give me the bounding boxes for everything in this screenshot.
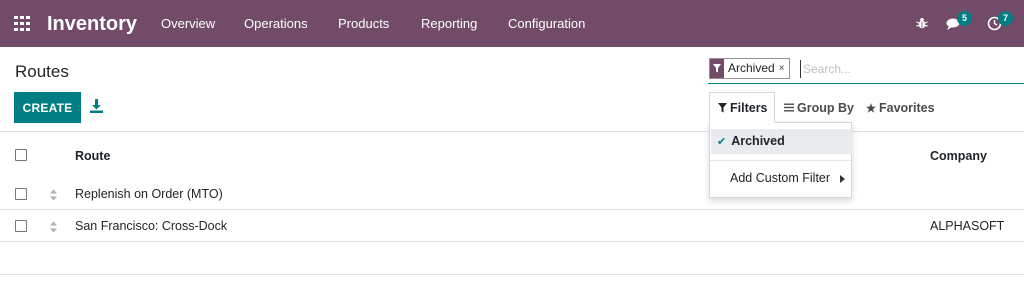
column-header-company[interactable]: Company <box>930 149 987 163</box>
column-header-route[interactable]: Route <box>75 149 110 163</box>
messages-count-badge: 5 <box>957 11 972 26</box>
filters-toggle[interactable]: Filters <box>709 92 775 123</box>
groupby-toggle[interactable]: Group By <box>784 92 854 123</box>
dropdown-divider <box>710 160 851 161</box>
select-all-checkbox[interactable] <box>15 149 27 161</box>
add-custom-filter[interactable]: Add Custom Filter <box>730 171 830 186</box>
menu-products[interactable]: Products <box>338 16 389 32</box>
create-button[interactable]: CREATE <box>14 92 81 123</box>
groupby-label: Group By <box>797 100 854 115</box>
filters-dropdown: ✔ Archived Add Custom Filter <box>709 122 852 198</box>
table-header: Route Company <box>0 132 1024 178</box>
table-row[interactable]: San Francisco: Cross-Dock ALPHASOFT <box>0 210 1024 242</box>
drag-handle-icon[interactable] <box>49 188 58 201</box>
filter-option-label: Archived <box>731 134 785 148</box>
check-icon: ✔ <box>717 136 727 148</box>
menu-overview[interactable]: Overview <box>161 16 215 32</box>
route-cell: San Francisco: Cross-Dock <box>75 219 228 233</box>
company-cell: ALPHASOFT <box>930 219 1005 233</box>
menu-operations[interactable]: Operations <box>244 16 308 32</box>
bug-icon[interactable] <box>916 17 928 30</box>
apps-menu-icon[interactable] <box>14 16 31 31</box>
facet-remove-icon[interactable]: × <box>779 59 789 78</box>
row-checkbox[interactable] <box>15 220 27 232</box>
download-icon[interactable] <box>90 99 103 113</box>
table-row[interactable]: Replenish on Order (MTO) <box>0 178 1024 210</box>
filter-option-archived[interactable]: ✔ Archived <box>711 129 852 154</box>
empty-row <box>0 242 1024 275</box>
row-checkbox[interactable] <box>15 188 27 200</box>
star-icon <box>866 102 876 113</box>
search-bar: Archived × <box>708 57 1024 84</box>
menu-configuration[interactable]: Configuration <box>508 16 585 32</box>
top-navbar: Inventory Overview Operations Products R… <box>0 0 1024 47</box>
drag-handle-icon[interactable] <box>49 220 58 233</box>
page-title: Routes <box>15 62 69 81</box>
app-title[interactable]: Inventory <box>47 12 137 36</box>
search-facet: Archived × <box>709 58 790 79</box>
caret-right-icon <box>840 175 845 183</box>
favorites-toggle[interactable]: Favorites <box>866 92 935 123</box>
list-icon <box>784 103 794 112</box>
filter-icon <box>710 59 724 78</box>
search-input[interactable] <box>800 60 1020 78</box>
filter-icon <box>718 102 727 112</box>
facet-label: Archived <box>728 61 775 75</box>
favorites-label: Favorites <box>879 100 935 115</box>
activities-count-badge: 7 <box>998 11 1013 26</box>
menu-reporting[interactable]: Reporting <box>421 16 477 32</box>
route-cell: Replenish on Order (MTO) <box>75 187 223 201</box>
filters-label: Filters <box>730 100 768 115</box>
